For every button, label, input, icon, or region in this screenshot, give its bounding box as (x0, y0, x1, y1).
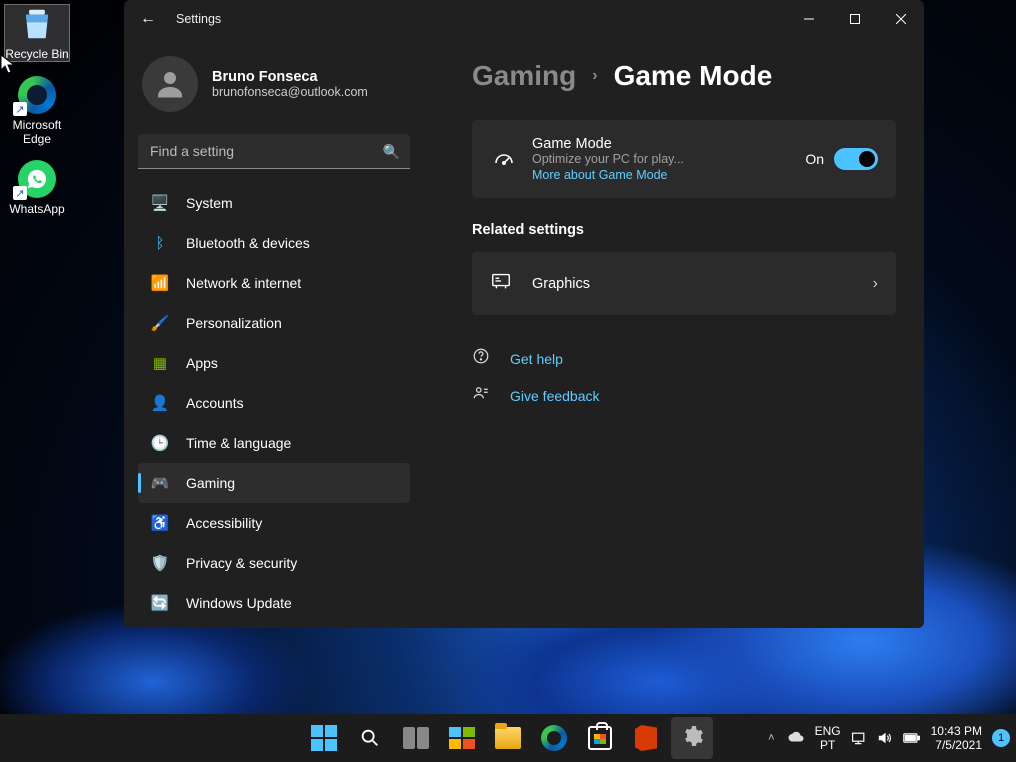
nav-icon: 🛡️ (150, 553, 170, 573)
related-settings-header: Related settings (472, 222, 896, 238)
nav-icon: ▦ (150, 353, 170, 373)
desktop-icon-edge[interactable]: ↗ Microsoft Edge (4, 76, 70, 146)
sidebar-item-gaming[interactable]: 🎮 Gaming (138, 463, 410, 503)
tray-overflow-button[interactable]: ˄ (768, 732, 774, 744)
maximize-button[interactable] (832, 0, 878, 38)
volume-icon (877, 731, 893, 745)
desktop-icon-recycle-bin[interactable]: Recycle Bin (4, 4, 70, 62)
desktop-icon-label: Recycle Bin (5, 47, 69, 61)
clock-button[interactable]: 10:43 PM 7/5/2021 (931, 724, 982, 752)
desktop-icons-column: Recycle Bin ↗ Microsoft Edge ↗ WhatsApp (4, 4, 76, 230)
sidebar-item-apps[interactable]: ▦ Apps (138, 343, 410, 383)
battery-icon (903, 732, 921, 744)
sidebar-item-accessibility[interactable]: ♿ Accessibility (138, 503, 410, 543)
sidebar-item-label: Personalization (186, 315, 282, 331)
card-title: Game Mode (532, 136, 805, 152)
chevron-right-icon: › (873, 275, 878, 293)
office-button[interactable] (625, 717, 667, 759)
graphics-icon (490, 270, 518, 297)
titlebar: ← Settings (124, 0, 924, 38)
settings-taskbar-button[interactable] (671, 717, 713, 759)
user-account-row[interactable]: Bruno Fonseca brunofonseca@outlook.com (138, 48, 410, 134)
content-pane: Gaming › Game Mode Game Mode Optimize yo… (424, 38, 924, 628)
sidebar-item-time-language[interactable]: 🕒 Time & language (138, 423, 410, 463)
recycle-bin-icon (15, 5, 59, 43)
toggle-state-label: On (805, 151, 824, 167)
taskbar-search-button[interactable] (349, 717, 391, 759)
sidebar-item-label: Accessibility (186, 515, 262, 531)
get-help-icon (472, 347, 496, 370)
get-help-link[interactable]: Get help (510, 351, 563, 367)
sidebar-item-network-internet[interactable]: 📶 Network & internet (138, 263, 410, 303)
desktop-icon-whatsapp[interactable]: ↗ WhatsApp (4, 160, 70, 216)
sidebar-item-label: Windows Update (186, 595, 292, 611)
sidebar-item-accounts[interactable]: 👤 Accounts (138, 383, 410, 423)
whatsapp-icon: ↗ (15, 160, 59, 198)
breadcrumb: Gaming › Game Mode (472, 60, 896, 92)
widgets-button[interactable] (441, 717, 483, 759)
user-name: Bruno Fonseca (212, 69, 368, 85)
microsoft-store-button[interactable] (579, 717, 621, 759)
give-feedback-icon (472, 384, 496, 407)
nav-icon: 🔄 (150, 593, 170, 613)
chevron-right-icon: › (592, 67, 597, 85)
breadcrumb-parent[interactable]: Gaming (472, 60, 576, 92)
sidebar-item-label: Network & internet (186, 275, 301, 291)
nav-icon: 📶 (150, 273, 170, 293)
settings-window: ← Settings Bruno Fonseca brunofonseca@ou… (124, 0, 924, 628)
search-input[interactable] (138, 134, 410, 169)
sidebar-item-label: Privacy & security (186, 555, 297, 571)
nav-icon: ᛒ (150, 233, 170, 253)
sidebar-item-bluetooth-devices[interactable]: ᛒ Bluetooth & devices (138, 223, 410, 263)
window-title: Settings (176, 12, 221, 26)
sidebar-item-label: Apps (186, 355, 218, 371)
desktop-icon-label: Microsoft Edge (4, 118, 70, 146)
edge-taskbar-button[interactable] (533, 717, 575, 759)
give-feedback-link[interactable]: Give feedback (510, 388, 600, 404)
breadcrumb-current: Game Mode (614, 60, 773, 92)
nav-icon: 🖥️ (150, 193, 170, 213)
notification-center-button[interactable]: 1 (992, 729, 1010, 747)
game-mode-toggle[interactable] (834, 148, 878, 170)
task-view-button[interactable] (395, 717, 437, 759)
nav-icon: ♿ (150, 513, 170, 533)
sidebar: Bruno Fonseca brunofonseca@outlook.com 🔍… (124, 38, 424, 628)
avatar (142, 56, 198, 112)
sidebar-item-privacy-security[interactable]: 🛡️ Privacy & security (138, 543, 410, 583)
minimize-button[interactable] (786, 0, 832, 38)
more-about-game-mode-link[interactable]: More about Game Mode (532, 168, 805, 182)
language-button[interactable]: ENG PT (815, 724, 841, 752)
network-icon (851, 731, 867, 745)
close-button[interactable] (878, 0, 924, 38)
sidebar-item-windows-update[interactable]: 🔄 Windows Update (138, 583, 410, 623)
nav-icon: 🕒 (150, 433, 170, 453)
desktop-icon-label: WhatsApp (4, 202, 70, 216)
sidebar-item-system[interactable]: 🖥️ System (138, 183, 410, 223)
graphics-label: Graphics (532, 276, 873, 292)
sidebar-item-label: Time & language (186, 435, 291, 451)
sidebar-item-label: System (186, 195, 233, 211)
sidebar-nav: 🖥️ System ᛒ Bluetooth & devices 📶 Network & i… (138, 183, 410, 623)
onedrive-tray-icon[interactable] (787, 731, 805, 746)
edge-icon: ↗ (15, 76, 59, 114)
taskbar: ˄ ENG PT 10:43 PM 7/5/2021 1 (0, 714, 1016, 762)
nav-icon: 👤 (150, 393, 170, 413)
file-explorer-button[interactable] (487, 717, 529, 759)
nav-icon: 🎮 (150, 473, 170, 493)
sidebar-item-label: Bluetooth & devices (186, 235, 310, 251)
sidebar-item-label: Gaming (186, 475, 235, 491)
sidebar-item-personalization[interactable]: 🖌️ Personalization (138, 303, 410, 343)
card-subtitle: Optimize your PC for play... (532, 152, 805, 166)
game-mode-card: Game Mode Optimize your PC for play... M… (472, 120, 896, 198)
start-button[interactable] (303, 717, 345, 759)
system-tray[interactable] (851, 731, 921, 745)
search-icon: 🔍 (383, 143, 400, 160)
graphics-link-card[interactable]: Graphics › (472, 252, 896, 315)
back-button[interactable]: ← (140, 10, 160, 28)
user-email: brunofonseca@outlook.com (212, 85, 368, 99)
sidebar-item-label: Accounts (186, 395, 244, 411)
nav-icon: 🖌️ (150, 313, 170, 333)
speedometer-icon (490, 147, 518, 171)
